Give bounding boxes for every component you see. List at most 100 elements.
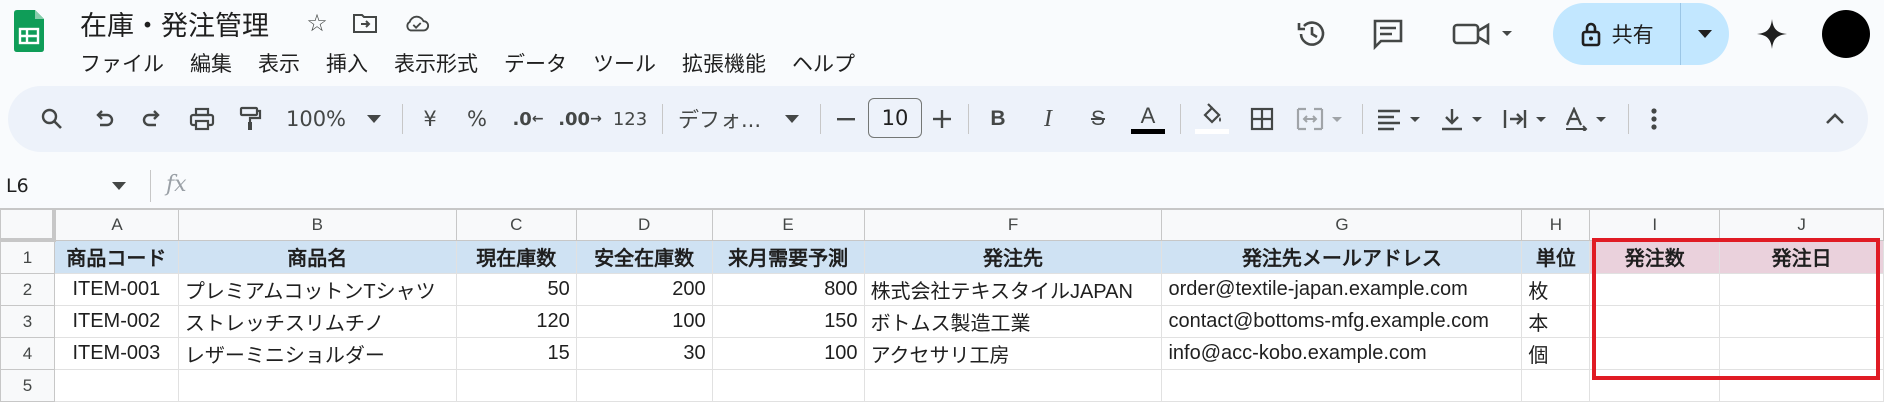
menu-data[interactable]: データ <box>504 48 581 78</box>
column-header-g[interactable]: G <box>1161 209 1523 241</box>
header-cell[interactable]: 商品コード <box>53 239 179 274</box>
fill-color-icon[interactable] <box>1194 98 1230 138</box>
cell[interactable]: 30 <box>575 337 713 370</box>
collapse-toolbar-icon[interactable] <box>1820 102 1850 136</box>
cell[interactable] <box>1589 273 1721 306</box>
cell[interactable] <box>1719 337 1884 370</box>
cell[interactable]: 本 <box>1521 305 1591 338</box>
column-header-d[interactable]: D <box>575 209 713 241</box>
cell[interactable]: info@acc-kobo.example.com <box>1161 337 1523 370</box>
cell[interactable]: 50 <box>455 273 577 306</box>
column-header-h[interactable]: H <box>1521 209 1591 241</box>
print-icon[interactable] <box>186 102 218 136</box>
gemini-icon[interactable] <box>1752 14 1792 54</box>
cell[interactable] <box>1589 369 1721 402</box>
header-cell[interactable]: 安全在庫数 <box>575 239 713 274</box>
cell[interactable]: 100 <box>711 337 865 370</box>
italic-button[interactable]: I <box>1034 102 1062 136</box>
cell[interactable]: 株式会社テキスタイルJAPAN <box>863 273 1163 306</box>
cloud-saved-icon[interactable] <box>404 10 430 36</box>
font-size-input[interactable]: 10 <box>868 98 922 138</box>
merge-cells-icon[interactable] <box>1296 102 1350 136</box>
header-cell[interactable]: 商品名 <box>177 239 457 274</box>
cell[interactable]: 個 <box>1521 337 1591 370</box>
cell[interactable] <box>711 369 865 402</box>
search-icon[interactable] <box>36 102 68 136</box>
menu-view[interactable]: 表示 <box>258 48 314 78</box>
more-formats-button[interactable]: 123 <box>610 102 650 136</box>
menu-help[interactable]: ヘルプ <box>792 48 869 78</box>
cell[interactable]: ボトムス製造工業 <box>863 305 1163 338</box>
redo-icon[interactable] <box>136 102 168 136</box>
row-header-2[interactable]: 2 <box>0 273 55 306</box>
text-rotation-icon[interactable] <box>1564 102 1614 136</box>
column-header-j[interactable]: J <box>1719 209 1884 241</box>
cell[interactable]: レザーミニショルダー <box>177 337 457 370</box>
formula-input[interactable] <box>200 170 1870 202</box>
comments-icon[interactable] <box>1368 14 1408 54</box>
move-folder-icon[interactable] <box>352 10 378 36</box>
borders-icon[interactable] <box>1246 102 1278 136</box>
header-cell[interactable]: 発注日 <box>1719 239 1884 274</box>
star-icon[interactable]: ☆ <box>304 9 330 37</box>
cell[interactable] <box>1719 369 1884 402</box>
document-title[interactable]: 在庫・発注管理 <box>80 4 269 43</box>
cell[interactable] <box>863 369 1163 402</box>
text-wrapping-icon[interactable] <box>1502 102 1552 136</box>
cell[interactable]: 120 <box>455 305 577 338</box>
strikethrough-button[interactable]: S <box>1084 102 1112 136</box>
cell[interactable] <box>1589 337 1721 370</box>
menu-extensions[interactable]: 拡張機能 <box>682 48 780 78</box>
decrease-font-size-icon[interactable] <box>834 102 858 136</box>
percent-format-button[interactable]: % <box>464 102 490 136</box>
paint-format-icon[interactable] <box>234 102 266 136</box>
text-color-button[interactable]: A <box>1130 98 1166 138</box>
zoom-dropdown-icon[interactable] <box>364 102 384 136</box>
row-header-1[interactable]: 1 <box>0 239 55 274</box>
cell[interactable]: 800 <box>711 273 865 306</box>
column-header-a[interactable]: A <box>53 209 179 241</box>
cell[interactable] <box>1161 369 1523 402</box>
column-header-c[interactable]: C <box>455 209 577 241</box>
menu-format[interactable]: 表示形式 <box>394 48 492 78</box>
cell[interactable]: ITEM-002 <box>53 305 179 338</box>
cell[interactable] <box>1521 369 1591 402</box>
name-box[interactable]: L6 <box>6 172 126 200</box>
cell[interactable]: 100 <box>575 305 713 338</box>
column-header-e[interactable]: E <box>711 209 865 241</box>
cell[interactable]: order@textile-japan.example.com <box>1161 273 1523 306</box>
header-cell[interactable]: 発注先メールアドレス <box>1161 239 1523 274</box>
increase-decimal-button[interactable]: .00 → <box>558 102 602 136</box>
decrease-decimal-button[interactable]: .0 ← <box>508 102 548 136</box>
font-family-select[interactable]: デフォ... <box>678 102 778 136</box>
cell[interactable]: 150 <box>711 305 865 338</box>
select-all-corner[interactable] <box>0 209 57 242</box>
header-cell[interactable]: 現在庫数 <box>455 239 577 274</box>
share-dropdown-icon[interactable] <box>1681 30 1729 38</box>
cell[interactable]: ITEM-003 <box>53 337 179 370</box>
header-cell[interactable]: 単位 <box>1521 239 1591 274</box>
menu-tools[interactable]: ツール <box>593 48 670 78</box>
menu-file[interactable]: ファイル <box>80 48 178 78</box>
vertical-align-icon[interactable] <box>1440 102 1490 136</box>
version-history-icon[interactable] <box>1292 14 1332 54</box>
horizontal-align-icon[interactable] <box>1376 102 1426 136</box>
header-cell[interactable]: 発注数 <box>1589 239 1721 274</box>
cell[interactable]: 15 <box>455 337 577 370</box>
bold-button[interactable]: B <box>984 102 1012 136</box>
cell[interactable] <box>1719 305 1884 338</box>
cell[interactable]: 枚 <box>1521 273 1591 306</box>
cell[interactable] <box>1589 305 1721 338</box>
cell[interactable] <box>1719 273 1884 306</box>
menu-insert[interactable]: 挿入 <box>326 48 382 78</box>
cell[interactable]: 200 <box>575 273 713 306</box>
cell[interactable]: ITEM-001 <box>53 273 179 306</box>
cell[interactable] <box>177 369 457 402</box>
row-header-5[interactable]: 5 <box>0 369 55 402</box>
cell[interactable]: ストレッチスリムチノ <box>177 305 457 338</box>
font-dropdown-icon[interactable] <box>782 102 802 136</box>
share-button[interactable]: 共有 <box>1553 3 1729 65</box>
meet-video-icon[interactable] <box>1450 14 1520 54</box>
cell[interactable] <box>53 369 179 402</box>
currency-format-button[interactable]: ¥ <box>418 102 442 136</box>
